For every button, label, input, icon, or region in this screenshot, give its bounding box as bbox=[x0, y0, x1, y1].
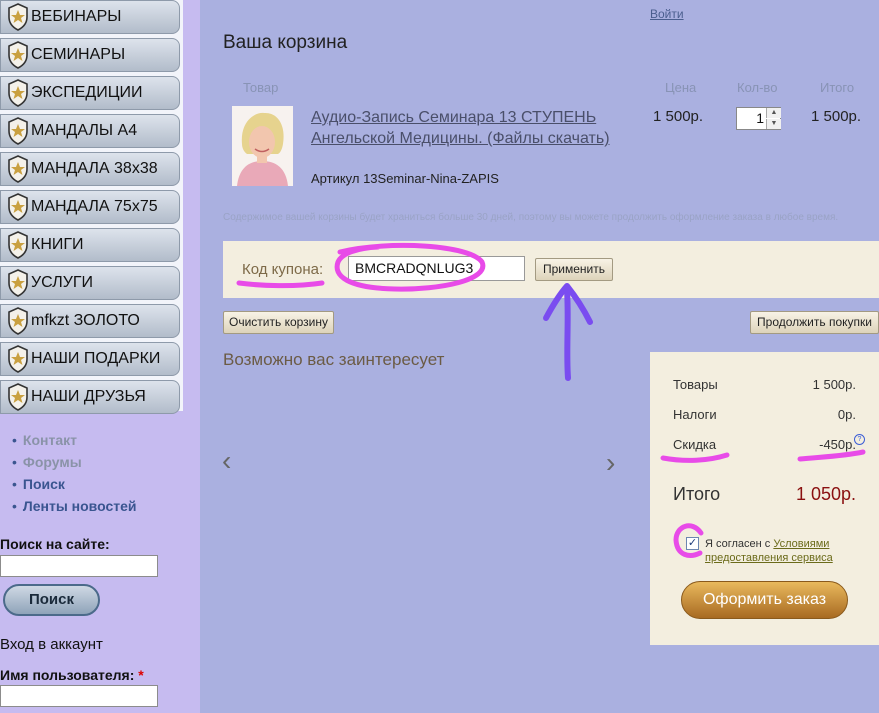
product-price: 1 500р. bbox=[653, 108, 704, 125]
category-menu: ВЕБИНАРЫ СЕМИНАРЫ ЭКСПЕДИЦИИ МАНДАЛЫ А4 … bbox=[0, 0, 183, 414]
login-link[interactable]: Войти bbox=[650, 7, 684, 21]
search-button[interactable]: Поиск bbox=[3, 584, 100, 616]
coupon-panel: Код купона: BMCRADQNLUG3 Применить bbox=[223, 241, 879, 298]
shield-icon bbox=[8, 231, 28, 259]
shield-icon bbox=[8, 307, 28, 335]
order-summary: Товары 1 500р. Налоги 0р. Скидка -450р. … bbox=[650, 352, 879, 645]
cart-main: Войти Ваша корзина Товар Цена Кол-во Ито… bbox=[200, 0, 879, 713]
shield-icon bbox=[8, 3, 28, 31]
product-thumbnail[interactable] bbox=[232, 106, 293, 186]
product-sku: Артикул 13Seminar-Nina-ZAPIS bbox=[311, 171, 499, 186]
username-label-text: Имя пользователя: bbox=[0, 667, 135, 683]
product-photo bbox=[232, 106, 293, 186]
column-header-price: Цена bbox=[665, 80, 697, 95]
menu-item-label: КНИГИ bbox=[31, 236, 84, 253]
column-header-product: Товар bbox=[243, 80, 279, 95]
menu-item-expeditions[interactable]: ЭКСПЕДИЦИИ bbox=[0, 76, 180, 110]
menu-item-mandalas-a4[interactable]: МАНДАЛЫ А4 bbox=[0, 114, 180, 148]
increment-icon[interactable]: ▲ bbox=[766, 108, 781, 118]
total-value: 1 050р. bbox=[795, 484, 856, 504]
shield-icon bbox=[8, 79, 28, 107]
menu-item-label: НАШИ ПОДАРКИ bbox=[31, 350, 161, 367]
chevron-right-icon[interactable]: › bbox=[606, 447, 615, 479]
menu-item-gifts[interactable]: НАШИ ПОДАРКИ bbox=[0, 342, 180, 376]
menu-item-label: СЕМИНАРЫ bbox=[31, 46, 126, 63]
decrement-icon[interactable]: ▼ bbox=[766, 119, 781, 129]
shield-icon bbox=[8, 383, 28, 411]
menu-item-webinars[interactable]: ВЕБИНАРЫ bbox=[0, 0, 180, 34]
menu-item-label: УСЛУГИ bbox=[31, 274, 94, 291]
menu-item-label: ВЕБИНАРЫ bbox=[31, 8, 122, 25]
sidebar-links: Контакт Форумы Поиск Ленты новостей bbox=[12, 429, 137, 517]
coupon-label: Код купона: bbox=[242, 261, 324, 278]
tax-label: Налоги bbox=[673, 407, 717, 422]
quantity-value[interactable]: 1 bbox=[737, 108, 764, 129]
menu-item-seminars[interactable]: СЕМИНАРЫ bbox=[0, 38, 180, 72]
sidebar: ВЕБИНАРЫ СЕМИНАРЫ ЭКСПЕДИЦИИ МАНДАЛЫ А4 … bbox=[0, 0, 200, 713]
discount-label: Скидка bbox=[673, 437, 717, 452]
shield-icon bbox=[8, 193, 28, 221]
menu-item-services[interactable]: УСЛУГИ bbox=[0, 266, 180, 300]
username-label: Имя пользователя: * bbox=[0, 667, 144, 683]
goods-label: Товары bbox=[673, 377, 718, 392]
link-search[interactable]: Поиск bbox=[12, 473, 137, 495]
menu-item-books[interactable]: КНИГИ bbox=[0, 228, 180, 262]
clear-cart-button[interactable]: Очистить корзину bbox=[223, 311, 334, 334]
menu-item-friends[interactable]: НАШИ ДРУЗЬЯ bbox=[0, 380, 180, 414]
menu-item-label: mfkzt ЗОЛОТО bbox=[31, 312, 140, 329]
link-contact[interactable]: Контакт bbox=[12, 429, 137, 451]
continue-shopping-button[interactable]: Продолжить покупки bbox=[750, 311, 879, 334]
help-icon[interactable]: ? bbox=[854, 434, 865, 445]
cart-storage-notice: Содержимое вашей корзины будет храниться… bbox=[223, 212, 839, 223]
discount-value: -450р. bbox=[819, 437, 856, 452]
terms-prefix: Я согласен с bbox=[705, 538, 774, 550]
menu-item-mandala-38[interactable]: МАНДАЛА 38х38 bbox=[0, 152, 180, 186]
shield-icon bbox=[8, 155, 28, 183]
username-input[interactable] bbox=[0, 685, 158, 707]
total-label: Итого bbox=[673, 484, 721, 504]
terms-text: Я согласен с Условиями предоставления се… bbox=[705, 537, 875, 565]
menu-item-label: ЭКСПЕДИЦИИ bbox=[31, 84, 143, 101]
chevron-left-icon[interactable]: ‹ bbox=[222, 445, 231, 477]
menu-item-label: НАШИ ДРУЗЬЯ bbox=[31, 388, 146, 405]
column-header-total: Итого bbox=[820, 80, 855, 95]
terms-checkbox[interactable]: ✓ bbox=[686, 537, 699, 550]
search-label: Поиск на сайте: bbox=[0, 536, 110, 552]
checkout-button[interactable]: Оформить заказ bbox=[681, 581, 848, 619]
required-mark: * bbox=[138, 667, 144, 683]
menu-item-label: МАНДАЛА 75х75 bbox=[31, 198, 158, 215]
column-header-qty: Кол-во bbox=[737, 80, 778, 95]
tax-value: 0р. bbox=[837, 407, 856, 422]
login-heading: Вход в аккаунт bbox=[0, 636, 103, 653]
quantity-stepper[interactable]: 1 ▲ ▼ bbox=[736, 107, 781, 130]
menu-item-label: МАНДАЛЫ А4 bbox=[31, 122, 138, 139]
shield-icon bbox=[8, 41, 28, 69]
shield-icon bbox=[8, 269, 28, 297]
product-total: 1 500р. bbox=[811, 108, 862, 125]
shield-icon bbox=[8, 117, 28, 145]
menu-item-label: МАНДАЛА 38х38 bbox=[31, 160, 158, 177]
page-title: Ваша корзина bbox=[223, 32, 348, 53]
menu-item-mandala-75[interactable]: МАНДАЛА 75х75 bbox=[0, 190, 180, 224]
goods-value: 1 500р. bbox=[812, 377, 856, 392]
site-search-input[interactable] bbox=[0, 555, 158, 577]
link-news-feeds[interactable]: Ленты новостей bbox=[12, 495, 137, 517]
recommendations-heading: Возможно вас заинтересует bbox=[223, 350, 445, 369]
shield-icon bbox=[8, 345, 28, 373]
link-forums[interactable]: Форумы bbox=[12, 451, 137, 473]
product-name-link[interactable]: Аудио-Запись Семинара 13 СТУПЕНЬ Ангельс… bbox=[311, 107, 641, 149]
coupon-input[interactable]: BMCRADQNLUG3 bbox=[348, 256, 525, 281]
apply-coupon-button[interactable]: Применить bbox=[535, 258, 613, 281]
menu-item-gold[interactable]: mfkzt ЗОЛОТО bbox=[0, 304, 180, 338]
